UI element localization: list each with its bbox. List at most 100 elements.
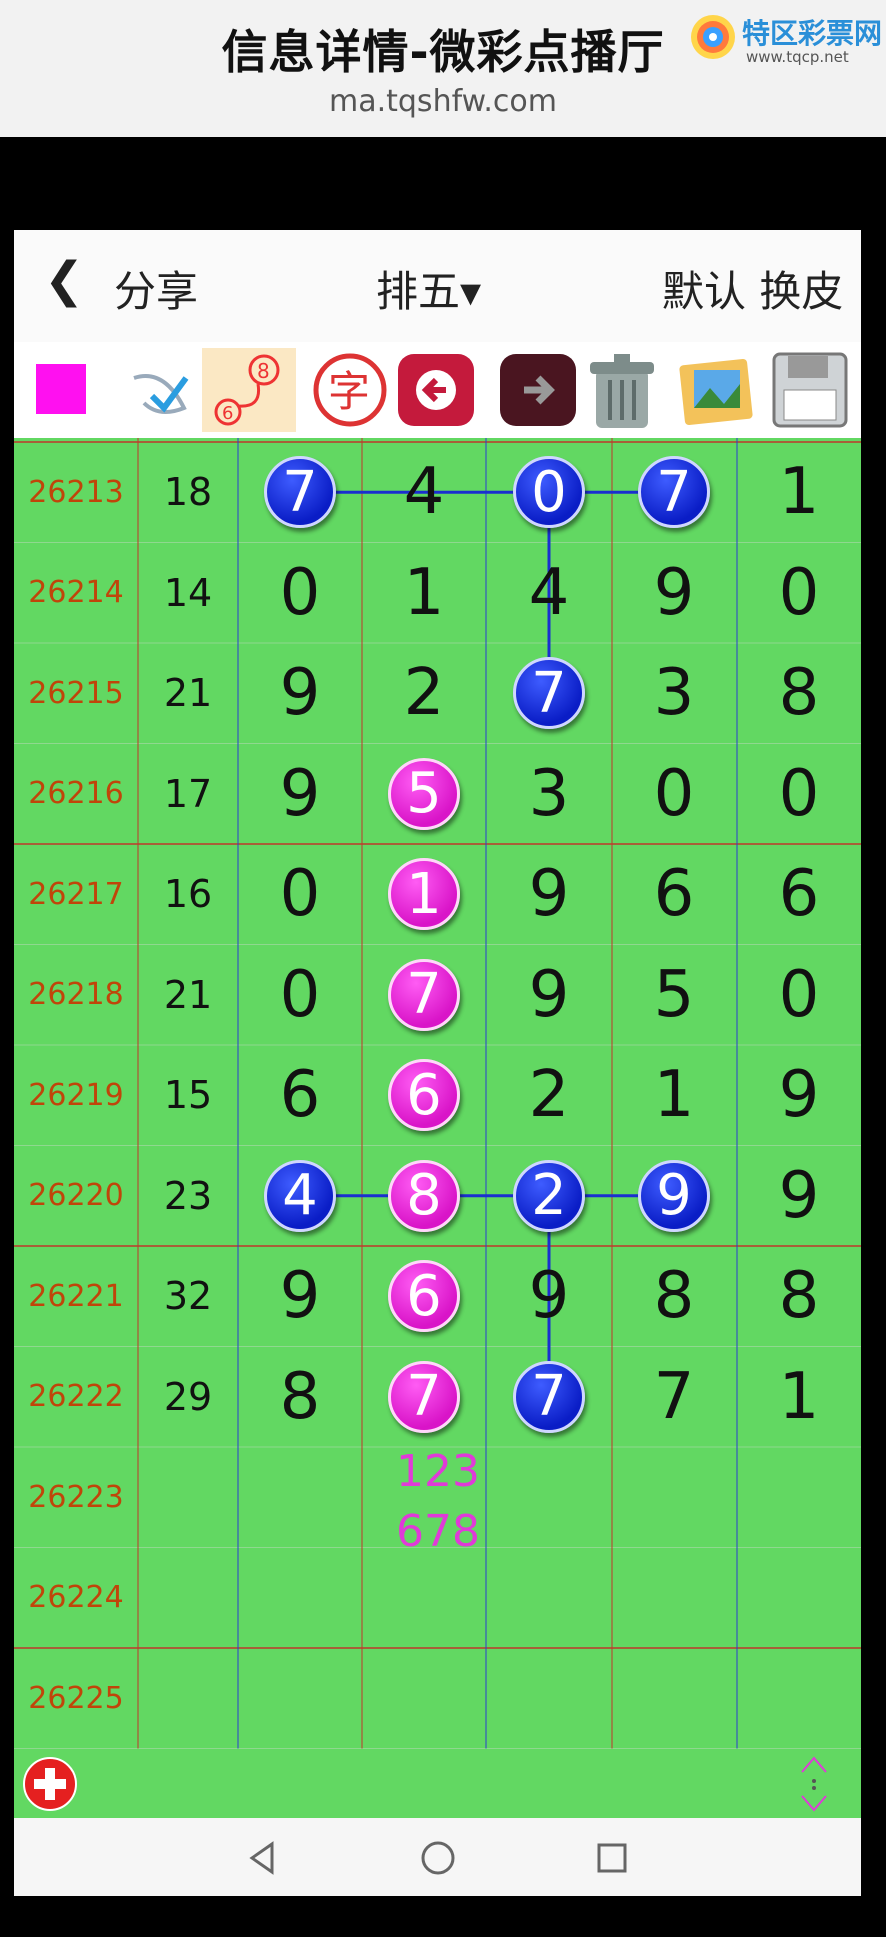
picture-icon[interactable] [674, 348, 758, 432]
blue-highlight-ball[interactable]: 7 [513, 657, 585, 730]
digit-cell[interactable]: 2 [362, 643, 486, 744]
skin-button[interactable]: 默认 换皮 [662, 258, 843, 319]
digit-cell[interactable]: 6 [362, 1045, 486, 1146]
digit-cell[interactable] [737, 1648, 861, 1749]
digit-cell[interactable]: 0 [487, 442, 611, 543]
digit-cell[interactable]: 0 [737, 543, 861, 644]
digit-cell[interactable]: 0 [612, 744, 736, 845]
digit-cell[interactable]: 3 [612, 643, 736, 744]
chevron-left-icon[interactable]: ❮ [44, 252, 84, 308]
digit-cell[interactable]: 5 [612, 945, 736, 1046]
digit-cell[interactable]: 9 [238, 1246, 362, 1347]
digit-cell[interactable]: 7 [487, 1347, 611, 1448]
back-arrow-icon[interactable] [394, 348, 478, 432]
pink-highlight-ball[interactable]: 7 [388, 958, 460, 1031]
pink-highlight-ball[interactable]: 1 [388, 858, 460, 931]
blue-highlight-ball[interactable]: 2 [513, 1159, 585, 1232]
save-floppy-icon[interactable] [768, 348, 852, 432]
digit-cell[interactable] [737, 1447, 861, 1548]
digit-cell[interactable] [238, 1548, 362, 1649]
digit-cell[interactable]: 8 [362, 1146, 486, 1247]
digit-cell[interactable]: 1 [362, 543, 486, 644]
pink-highlight-ball[interactable]: 6 [388, 1059, 460, 1132]
magenta-color-swatch[interactable] [22, 348, 106, 432]
digit-cell[interactable]: 0 [238, 945, 362, 1046]
link-8-6-icon[interactable]: 86 [202, 348, 296, 432]
digit-cell[interactable]: 7 [612, 442, 736, 543]
digit-cell[interactable]: 9 [737, 1146, 861, 1247]
home-circle-icon[interactable] [418, 1838, 458, 1878]
digit-cell[interactable]: 0 [737, 744, 861, 845]
blue-highlight-ball[interactable]: 9 [638, 1159, 710, 1232]
digit-cell[interactable]: 9 [238, 744, 362, 845]
blue-highlight-ball[interactable]: 7 [638, 456, 710, 529]
digit-cell[interactable]: 5 [362, 744, 486, 845]
digit-cell[interactable]: 7 [362, 945, 486, 1046]
pink-highlight-ball[interactable]: 8 [388, 1159, 460, 1232]
trend-grid[interactable]: 26213 18 7 4 0 7 1 26214 14 0 1 4 9 0 26215 21 9 2 7 3 8 2621… [14, 438, 861, 1754]
digit-cell[interactable] [487, 1548, 611, 1649]
trash-icon[interactable] [580, 348, 664, 432]
digit-cell[interactable]: 9 [737, 1045, 861, 1146]
lottery-type-dropdown[interactable]: 排五▾ [376, 258, 481, 319]
digit-cell[interactable]: 7 [362, 1347, 486, 1448]
digit-cell[interactable]: 0 [238, 844, 362, 945]
digit-cell[interactable]: 6 [238, 1045, 362, 1146]
blue-highlight-ball[interactable]: 7 [513, 1360, 585, 1433]
digit-cell[interactable]: 4 [487, 543, 611, 644]
digit-cell[interactable] [238, 1447, 362, 1548]
digit-cell[interactable]: 8 [612, 1246, 736, 1347]
digit-cell[interactable]: 2 [487, 1146, 611, 1247]
digit-cell[interactable] [362, 1548, 486, 1649]
share-button[interactable]: 分享 [114, 258, 198, 319]
page-url[interactable]: ma.tqshfw.com [0, 84, 886, 119]
digit-cell[interactable]: 9 [612, 1146, 736, 1247]
digit-cell[interactable]: 1 [612, 1045, 736, 1146]
digit-cell[interactable]: 0 [737, 945, 861, 1046]
pink-highlight-ball[interactable]: 7 [388, 1360, 460, 1433]
digit-cell[interactable]: 4 [362, 442, 486, 543]
digit-cell[interactable]: 9 [487, 844, 611, 945]
digit-cell[interactable]: 8 [737, 643, 861, 744]
pen-icon[interactable] [124, 348, 208, 432]
pink-highlight-ball[interactable]: 5 [388, 757, 460, 830]
digit-cell[interactable]: 9 [487, 1246, 611, 1347]
digit-cell[interactable] [238, 1648, 362, 1749]
recents-square-icon[interactable] [592, 1838, 632, 1878]
digit-cell[interactable]: 9 [238, 643, 362, 744]
digit-cell[interactable]: 0 [238, 543, 362, 644]
add-circle-icon[interactable] [22, 1756, 78, 1812]
digit-cell[interactable]: 7 [487, 643, 611, 744]
digit-cell[interactable]: 6 [612, 844, 736, 945]
digit-cell[interactable]: 9 [487, 945, 611, 1046]
zi-text-icon[interactable]: 字 [308, 348, 392, 432]
digit-cell[interactable] [612, 1548, 736, 1649]
digit-cell[interactable] [737, 1548, 861, 1649]
blue-highlight-ball[interactable]: 7 [264, 456, 336, 529]
digit-cell[interactable] [612, 1648, 736, 1749]
pink-highlight-ball[interactable]: 6 [388, 1260, 460, 1333]
digit-cell[interactable]: 1 [737, 442, 861, 543]
digit-cell[interactable]: 4 [238, 1146, 362, 1247]
digit-cell[interactable]: 2 [487, 1045, 611, 1146]
digit-cell[interactable]: 7 [612, 1347, 736, 1448]
blue-highlight-ball[interactable]: 0 [513, 456, 585, 529]
digit-cell[interactable]: 6 [362, 1246, 486, 1347]
forward-arrow-icon[interactable] [496, 348, 580, 432]
digit-value: 2 [528, 1058, 570, 1133]
back-triangle-icon[interactable] [244, 1838, 284, 1878]
digit-cell[interactable]: 9 [612, 543, 736, 644]
scroll-updown-icon[interactable] [794, 1754, 834, 1814]
digit-cell[interactable] [362, 1648, 486, 1749]
blue-highlight-ball[interactable]: 4 [264, 1159, 336, 1232]
issue-number: 26213 [28, 474, 124, 510]
digit-cell[interactable]: 7 [238, 442, 362, 543]
digit-cell[interactable]: 3 [487, 744, 611, 845]
digit-cell[interactable] [612, 1447, 736, 1548]
digit-cell[interactable]: 6 [737, 844, 861, 945]
digit-cell[interactable]: 1 [737, 1347, 861, 1448]
digit-cell[interactable]: 1 [362, 844, 486, 945]
digit-cell[interactable]: 8 [737, 1246, 861, 1347]
digit-cell[interactable] [487, 1648, 611, 1749]
digit-cell[interactable]: 8 [238, 1347, 362, 1448]
